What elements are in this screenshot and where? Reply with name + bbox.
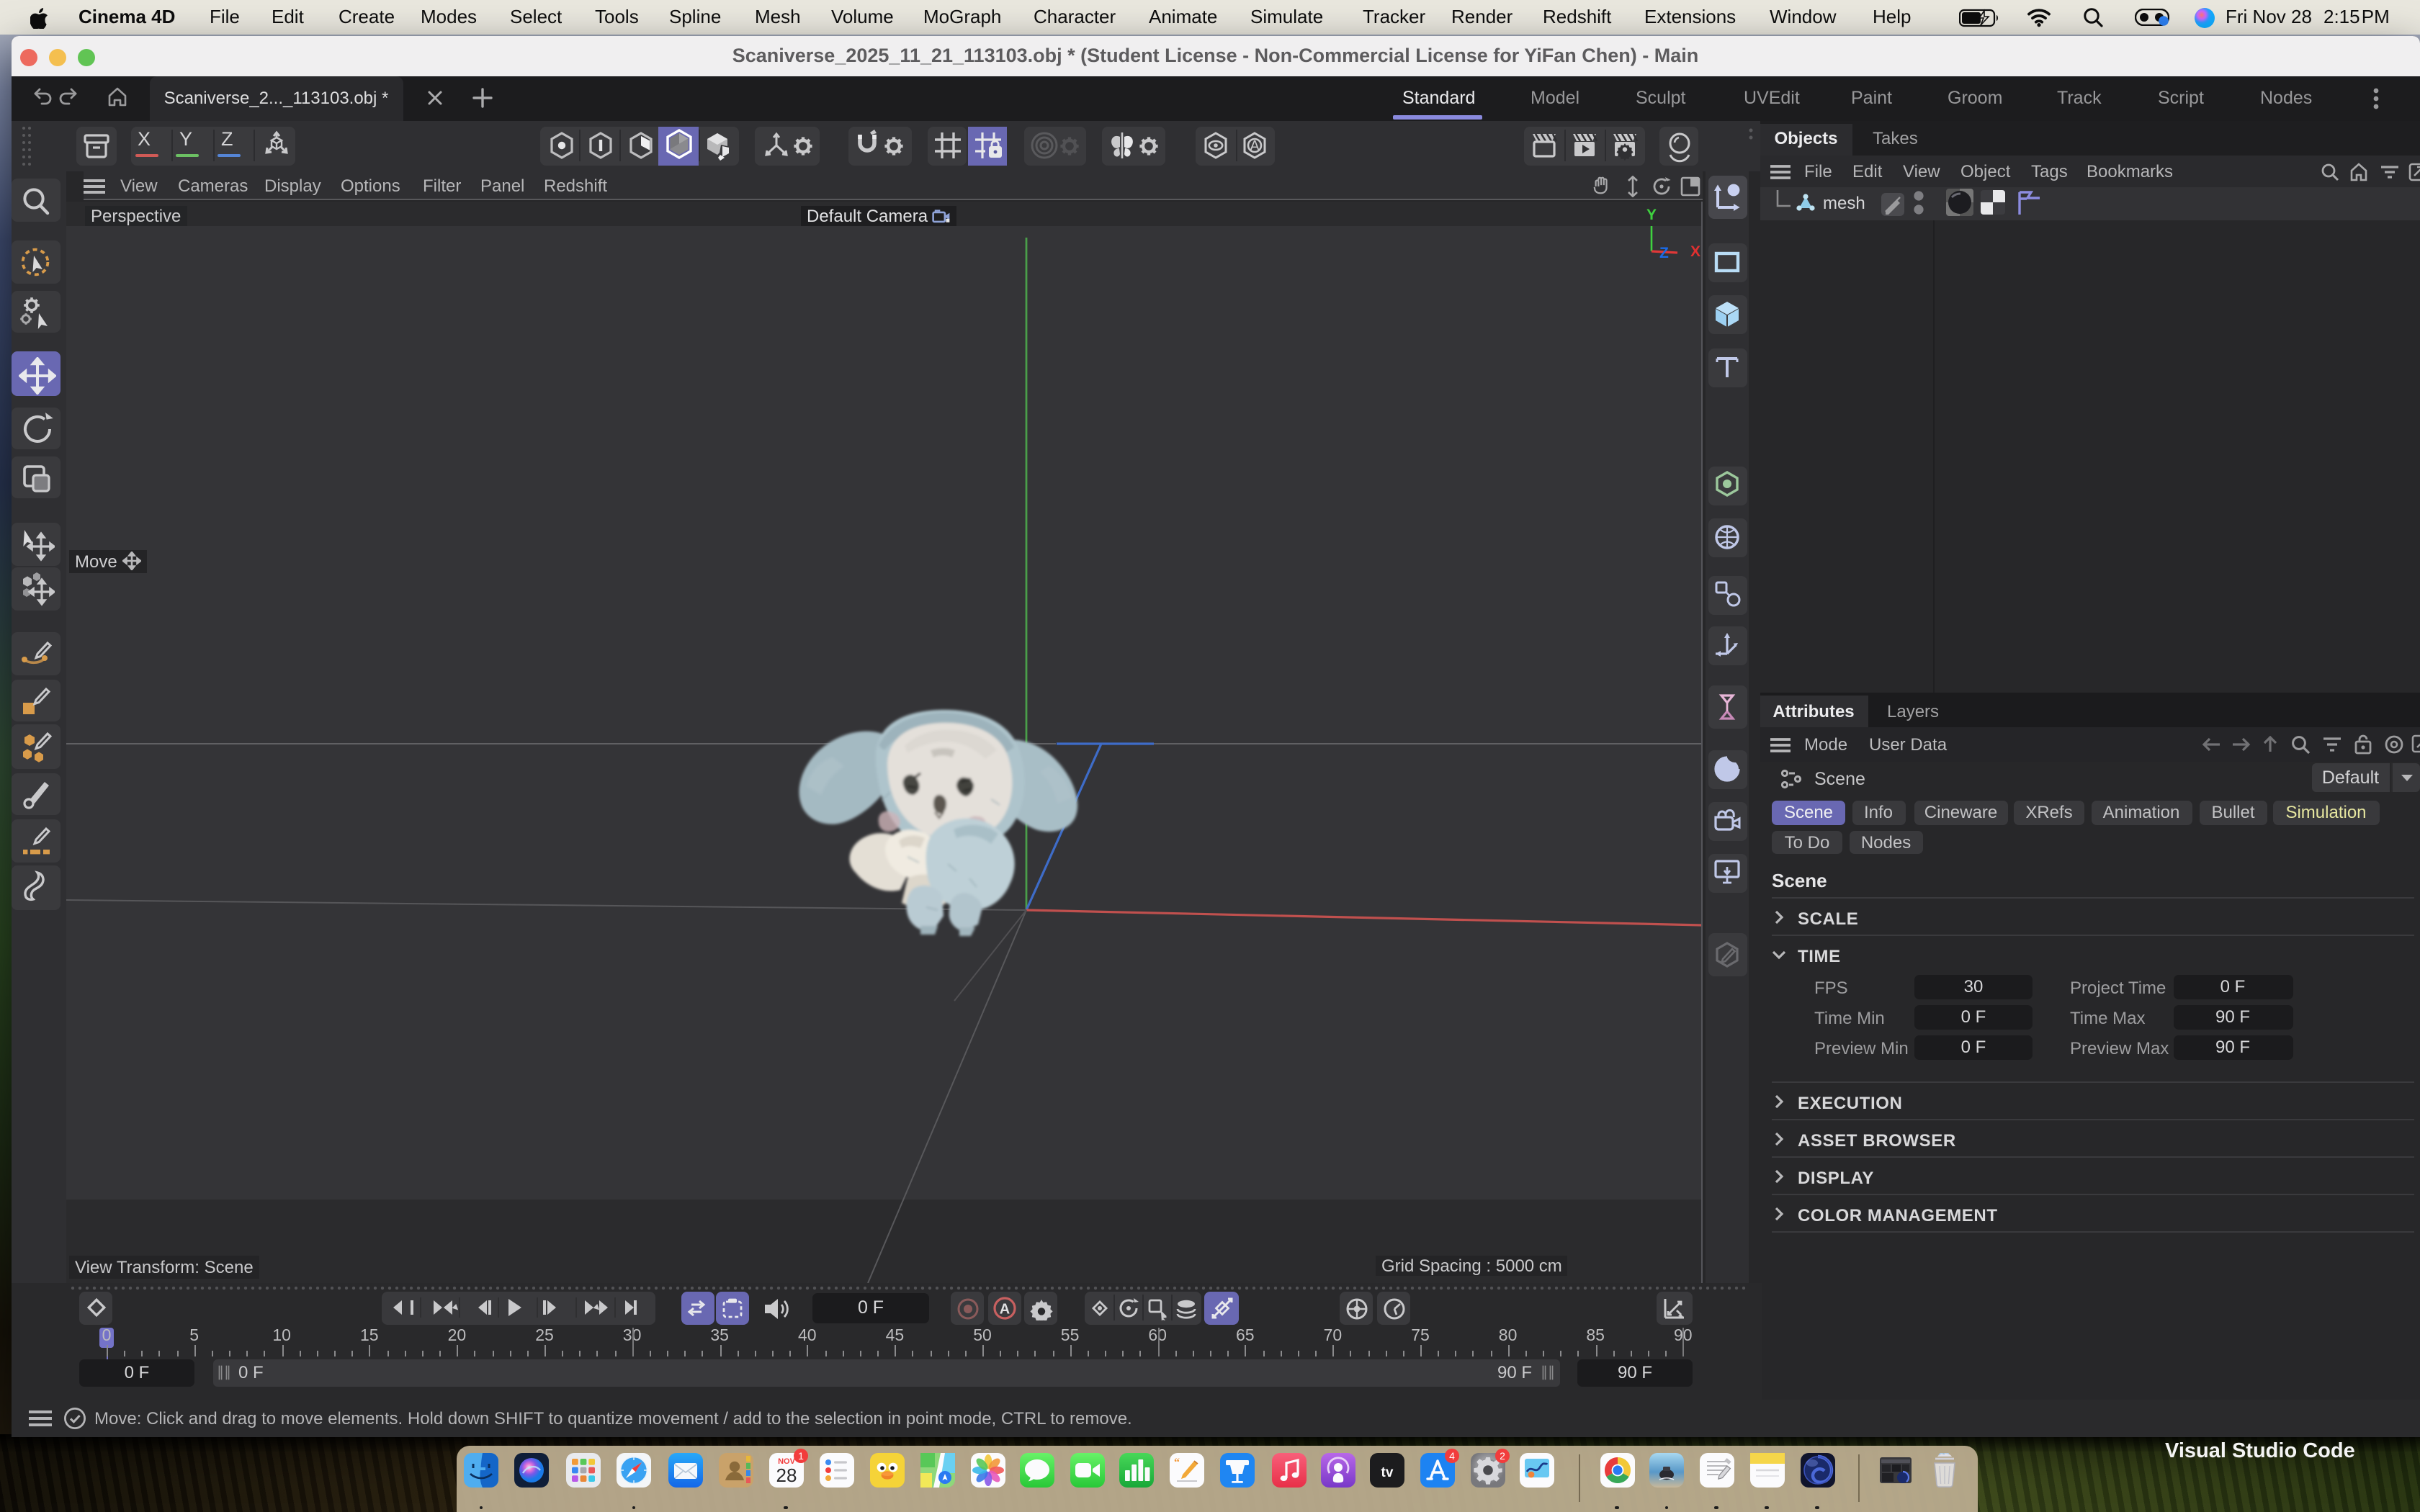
svg-text:A: A <box>999 1301 1009 1317</box>
svg-text:1: 1 <box>798 1450 804 1462</box>
svg-text:A: A <box>1250 138 1260 154</box>
svg-text:4: 4 <box>1449 1450 1455 1462</box>
svg-text:Y: Y <box>1646 207 1656 223</box>
svg-text:X: X <box>1690 243 1700 260</box>
svg-text:tv: tv <box>1381 1465 1394 1480</box>
svg-text:Z: Z <box>1659 245 1668 261</box>
svg-text:28: 28 <box>776 1464 797 1486</box>
svg-text:2: 2 <box>1500 1450 1505 1462</box>
svg-text:“: “ <box>1175 1457 1180 1469</box>
